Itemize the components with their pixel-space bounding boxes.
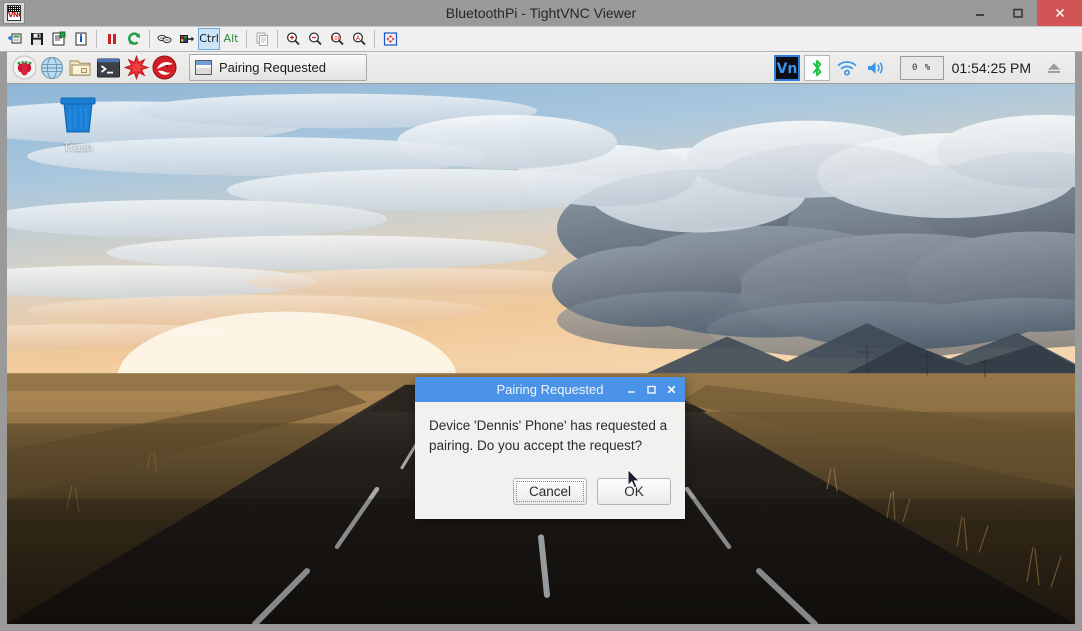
window-titlebar: VNC BluetoothPi - TightVNC Viewer bbox=[0, 0, 1082, 26]
terminal-icon[interactable] bbox=[95, 55, 121, 81]
toolbar-separator bbox=[374, 30, 375, 48]
dialog-minimize-button[interactable] bbox=[621, 377, 641, 402]
cpu-usage-meter[interactable]: 0 % bbox=[899, 55, 944, 80]
ok-button[interactable]: OK bbox=[597, 478, 671, 505]
svg-text:Vn: Vn bbox=[776, 61, 797, 76]
web-browser-icon[interactable] bbox=[39, 55, 65, 81]
ctrl-key-label: Ctrl bbox=[199, 32, 219, 45]
ctrl-key-toggle[interactable]: Ctrl bbox=[198, 28, 220, 50]
connection-options-icon[interactable] bbox=[48, 28, 70, 50]
dialog-body: Device 'Dennis' Phone' has requested a p… bbox=[415, 402, 685, 466]
file-manager-icon[interactable] bbox=[67, 55, 93, 81]
taskbar-clock[interactable]: 01:54:25 PM bbox=[950, 60, 1039, 76]
toolbar-separator bbox=[246, 30, 247, 48]
toolbar-separator bbox=[277, 30, 278, 48]
zoom-in-icon[interactable] bbox=[282, 28, 304, 50]
mathematica-icon[interactable] bbox=[123, 55, 149, 81]
taskbar-launcher-group bbox=[7, 52, 179, 84]
dialog-button-row: Cancel OK bbox=[415, 466, 685, 519]
volume-tray-icon[interactable] bbox=[864, 55, 890, 81]
dialog-maximize-button[interactable] bbox=[641, 377, 661, 402]
desktop-wallpaper[interactable]: Trash Pairing Requested Device 'Dennis' … bbox=[7, 84, 1075, 624]
window-maximize-button[interactable] bbox=[999, 0, 1037, 26]
window-title: BluetoothPi - TightVNC Viewer bbox=[445, 5, 637, 21]
toolbar-separator bbox=[149, 30, 150, 48]
dialog-titlebar: Pairing Requested bbox=[415, 377, 685, 402]
transfer-files-icon[interactable] bbox=[251, 28, 273, 50]
cpu-usage-value: 0 % bbox=[911, 62, 932, 73]
refresh-icon[interactable] bbox=[123, 28, 145, 50]
dialog-message: Device 'Dennis' Phone' has requested a p… bbox=[429, 418, 668, 453]
send-ctrl-alt-del-icon[interactable] bbox=[154, 28, 176, 50]
send-key-icon[interactable] bbox=[176, 28, 198, 50]
connection-info-icon[interactable] bbox=[70, 28, 92, 50]
tightvnc-viewer-window: VNC BluetoothPi - TightVNC Viewer bbox=[0, 0, 1082, 631]
cancel-button[interactable]: Cancel bbox=[513, 478, 587, 505]
alt-key-toggle[interactable]: Alt bbox=[220, 28, 242, 50]
window-icon bbox=[195, 60, 212, 75]
wifi-tray-icon[interactable] bbox=[834, 55, 860, 81]
zoom-out-icon[interactable] bbox=[304, 28, 326, 50]
pause-icon[interactable] bbox=[101, 28, 123, 50]
bluetooth-tray-icon[interactable] bbox=[803, 54, 830, 81]
toolbar-separator bbox=[96, 30, 97, 48]
remote-screen[interactable]: Pairing Requested Vn 0 % 01:54:25 PM Tra… bbox=[7, 52, 1075, 624]
vnc-icon: VNC bbox=[3, 2, 25, 24]
eject-icon[interactable] bbox=[1041, 55, 1067, 81]
window-controls bbox=[961, 0, 1082, 26]
save-session-icon[interactable] bbox=[26, 28, 48, 50]
remote-desktop-area[interactable]: Pairing Requested Vn 0 % 01:54:25 PM Tra… bbox=[0, 52, 1082, 631]
window-minimize-button[interactable] bbox=[961, 0, 999, 26]
zoom-100-icon[interactable]: 100 bbox=[326, 28, 348, 50]
vnc-server-tray-icon[interactable]: Vn bbox=[773, 54, 800, 81]
vnc-toolbar: Ctrl Alt 100 A bbox=[0, 26, 1082, 52]
system-tray: Vn 0 % 01:54:25 PM bbox=[772, 52, 1075, 84]
desktop-icon-label: Trash bbox=[62, 140, 94, 154]
alt-key-label: Alt bbox=[223, 32, 239, 45]
new-connection-icon[interactable] bbox=[4, 28, 26, 50]
raspberry-pi-taskbar: Pairing Requested Vn 0 % 01:54:25 PM bbox=[7, 52, 1075, 84]
dialog-window-controls bbox=[621, 377, 681, 402]
pairing-requested-dialog[interactable]: Pairing Requested Device 'Dennis' Phone'… bbox=[415, 377, 685, 519]
desktop-icon-trash[interactable]: Trash bbox=[43, 92, 113, 154]
taskbar-window-button[interactable]: Pairing Requested bbox=[189, 54, 367, 81]
taskbar-window-label: Pairing Requested bbox=[219, 60, 326, 75]
fullscreen-icon[interactable] bbox=[379, 28, 401, 50]
window-close-button[interactable] bbox=[1037, 0, 1082, 26]
trash-icon bbox=[60, 97, 96, 133]
wolfram-icon[interactable] bbox=[151, 55, 177, 81]
svg-text:100: 100 bbox=[331, 36, 341, 42]
raspberry-menu-icon[interactable] bbox=[11, 55, 37, 81]
screenshot-root: VNC BluetoothPi - TightVNC Viewer bbox=[0, 0, 1082, 631]
wallpaper-image bbox=[7, 84, 1075, 624]
dialog-close-button[interactable] bbox=[661, 377, 681, 402]
zoom-auto-icon[interactable]: A bbox=[348, 28, 370, 50]
